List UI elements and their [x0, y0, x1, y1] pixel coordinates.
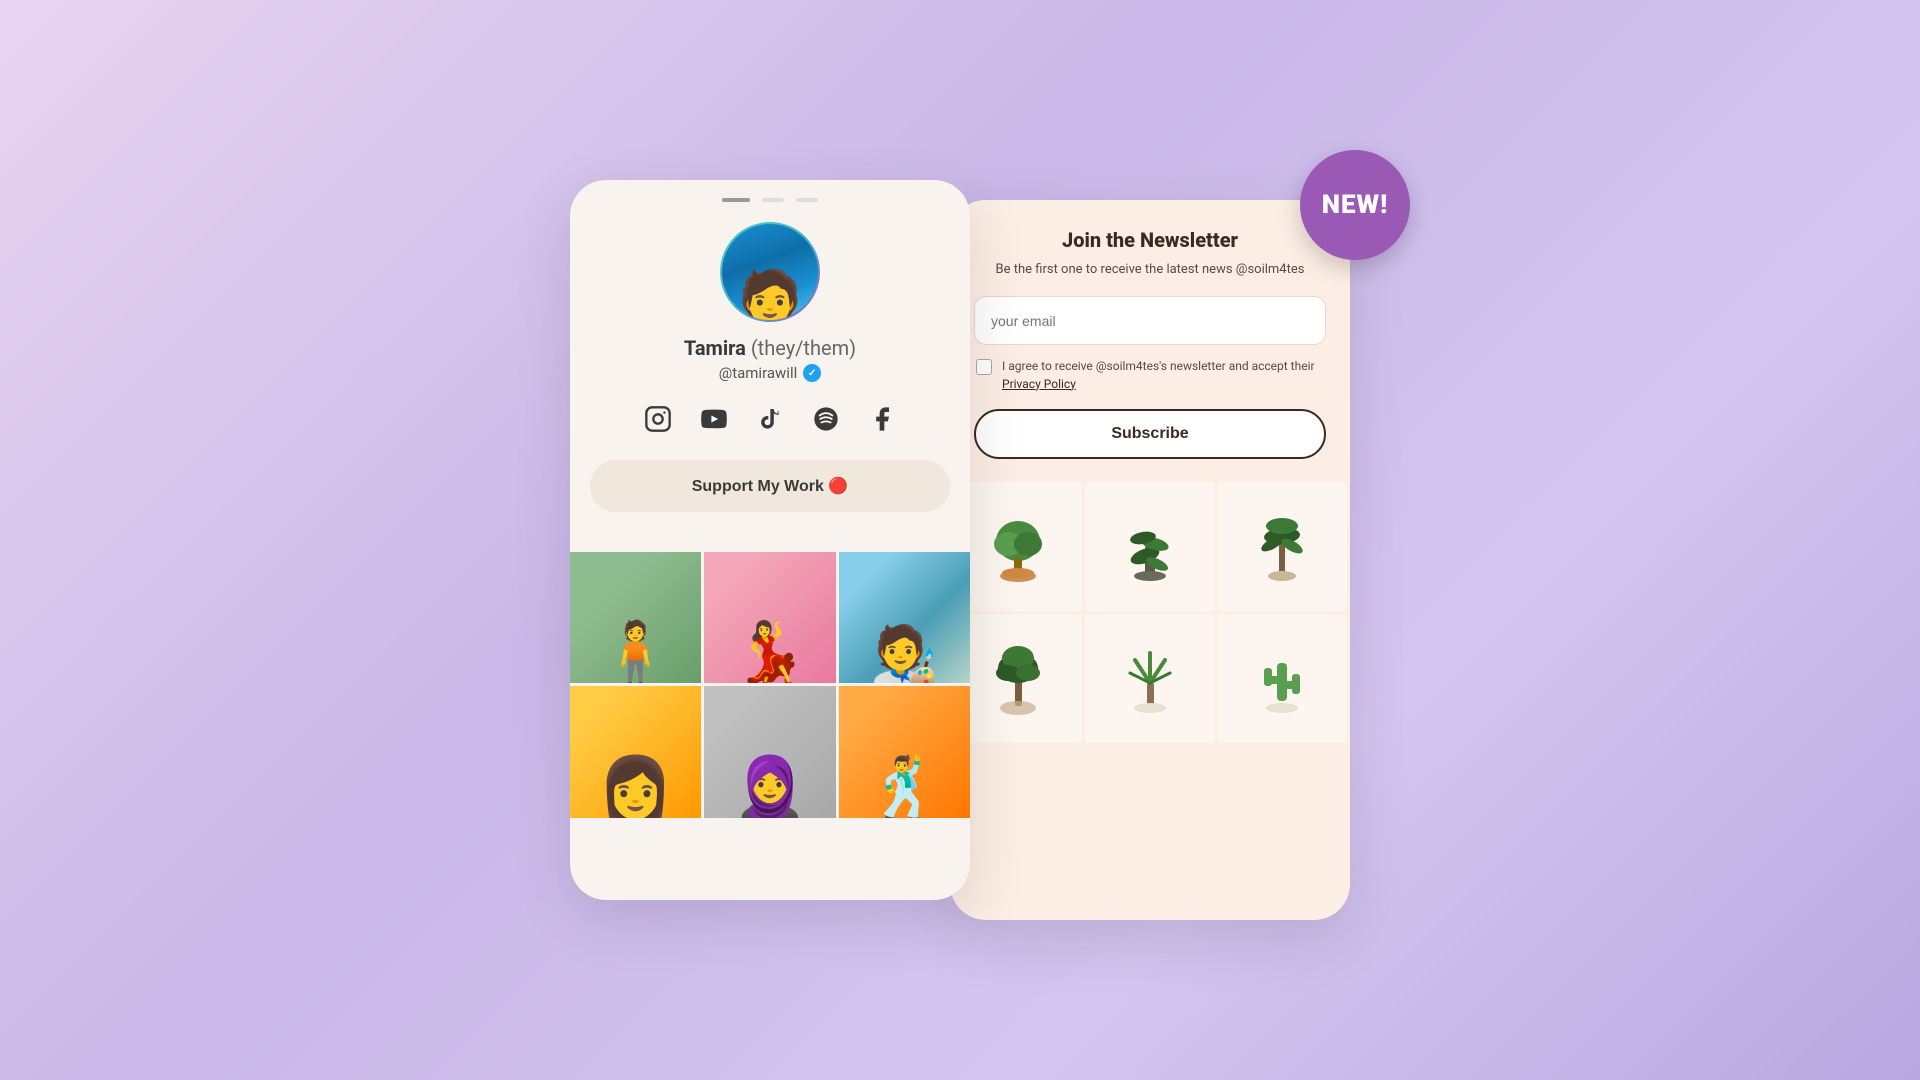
profile-name: Tamira (they/them): [684, 336, 856, 360]
support-button[interactable]: Support My Work 🔴: [590, 460, 950, 512]
photo-person-2: 💃: [733, 623, 808, 683]
facebook-icon[interactable]: [863, 400, 901, 438]
photo-cell-1[interactable]: 🧍: [570, 552, 701, 683]
right-newsletter-card: Join the Newsletter Be the first one to …: [950, 200, 1350, 920]
notch-bar-3: [796, 198, 818, 202]
photo-person-5: 🧕: [733, 758, 808, 818]
photo-cell-2[interactable]: 💃: [704, 552, 835, 683]
avatar: 🧑: [720, 222, 820, 322]
subscribe-button[interactable]: Subscribe: [974, 409, 1326, 459]
photo-person-1: 🧍: [598, 623, 673, 683]
newsletter-title: Join the Newsletter: [974, 228, 1326, 252]
photo-person-6: 🕺: [867, 758, 942, 818]
photo-person-3: 🧑‍🎨: [870, 628, 938, 683]
profile-section: 🧑 Tamira (they/them) @tamirawill ✓: [570, 212, 970, 552]
notch-bar-1: [722, 198, 750, 202]
consent-row: I agree to receive @soilm4tes's newslett…: [974, 357, 1326, 393]
right-wrapper: NEW! Join the Newsletter Be the first on…: [970, 180, 1350, 920]
photo-cell-3[interactable]: 🧑‍🎨: [839, 552, 970, 683]
newsletter-description: Be the first one to receive the latest n…: [974, 260, 1326, 280]
instagram-icon[interactable]: [639, 400, 677, 438]
phone-notch: [570, 180, 970, 212]
avatar-figure: 🧑: [738, 272, 803, 320]
privacy-policy-link[interactable]: Privacy Policy: [1002, 377, 1076, 391]
email-input-wrapper[interactable]: [974, 296, 1326, 345]
left-profile-card: 🧑 Tamira (they/them) @tamirawill ✓: [570, 180, 970, 900]
tiktok-icon[interactable]: [751, 400, 789, 438]
plant-rubber-icon: [1115, 506, 1185, 586]
plant-cell-3[interactable]: [1218, 482, 1347, 611]
social-icons-row: [639, 400, 901, 438]
photo-grid: 🧍 💃 🧑‍🎨 👩 🧕 🕺: [570, 552, 970, 818]
new-badge-text: NEW!: [1322, 190, 1389, 220]
newsletter-section: Join the Newsletter Be the first one to …: [950, 200, 1350, 479]
plant-cell-4[interactable]: [953, 614, 1082, 743]
photo-cell-6[interactable]: 🕺: [839, 686, 970, 817]
notch-bar-2: [762, 198, 784, 202]
consent-text: I agree to receive @soilm4tes's newslett…: [1002, 357, 1324, 393]
plant-cell-2[interactable]: [1085, 482, 1214, 611]
plant-cactus-icon: [1247, 638, 1317, 718]
plant-dracaena-icon: [1115, 638, 1185, 718]
photo-person-4: 👩: [598, 758, 673, 818]
plant-bonsai-icon: [983, 506, 1053, 586]
consent-checkbox[interactable]: [976, 359, 992, 375]
email-input[interactable]: [991, 313, 1309, 329]
photo-cell-5[interactable]: 🧕: [704, 686, 835, 817]
youtube-icon[interactable]: [695, 400, 733, 438]
plant-fiddle-icon: [983, 638, 1053, 718]
photo-cell-4[interactable]: 👩: [570, 686, 701, 817]
spotify-icon[interactable]: [807, 400, 845, 438]
plant-tall-icon: [1247, 506, 1317, 586]
plant-cell-6[interactable]: [1218, 614, 1347, 743]
profile-pronouns: (they/them): [751, 336, 856, 360]
profile-handle: @tamirawill ✓: [719, 364, 822, 382]
plant-cell-1[interactable]: [953, 482, 1082, 611]
new-badge: NEW!: [1300, 150, 1410, 260]
verified-badge: ✓: [803, 364, 821, 382]
plants-grid: [950, 479, 1350, 747]
plant-cell-5[interactable]: [1085, 614, 1214, 743]
